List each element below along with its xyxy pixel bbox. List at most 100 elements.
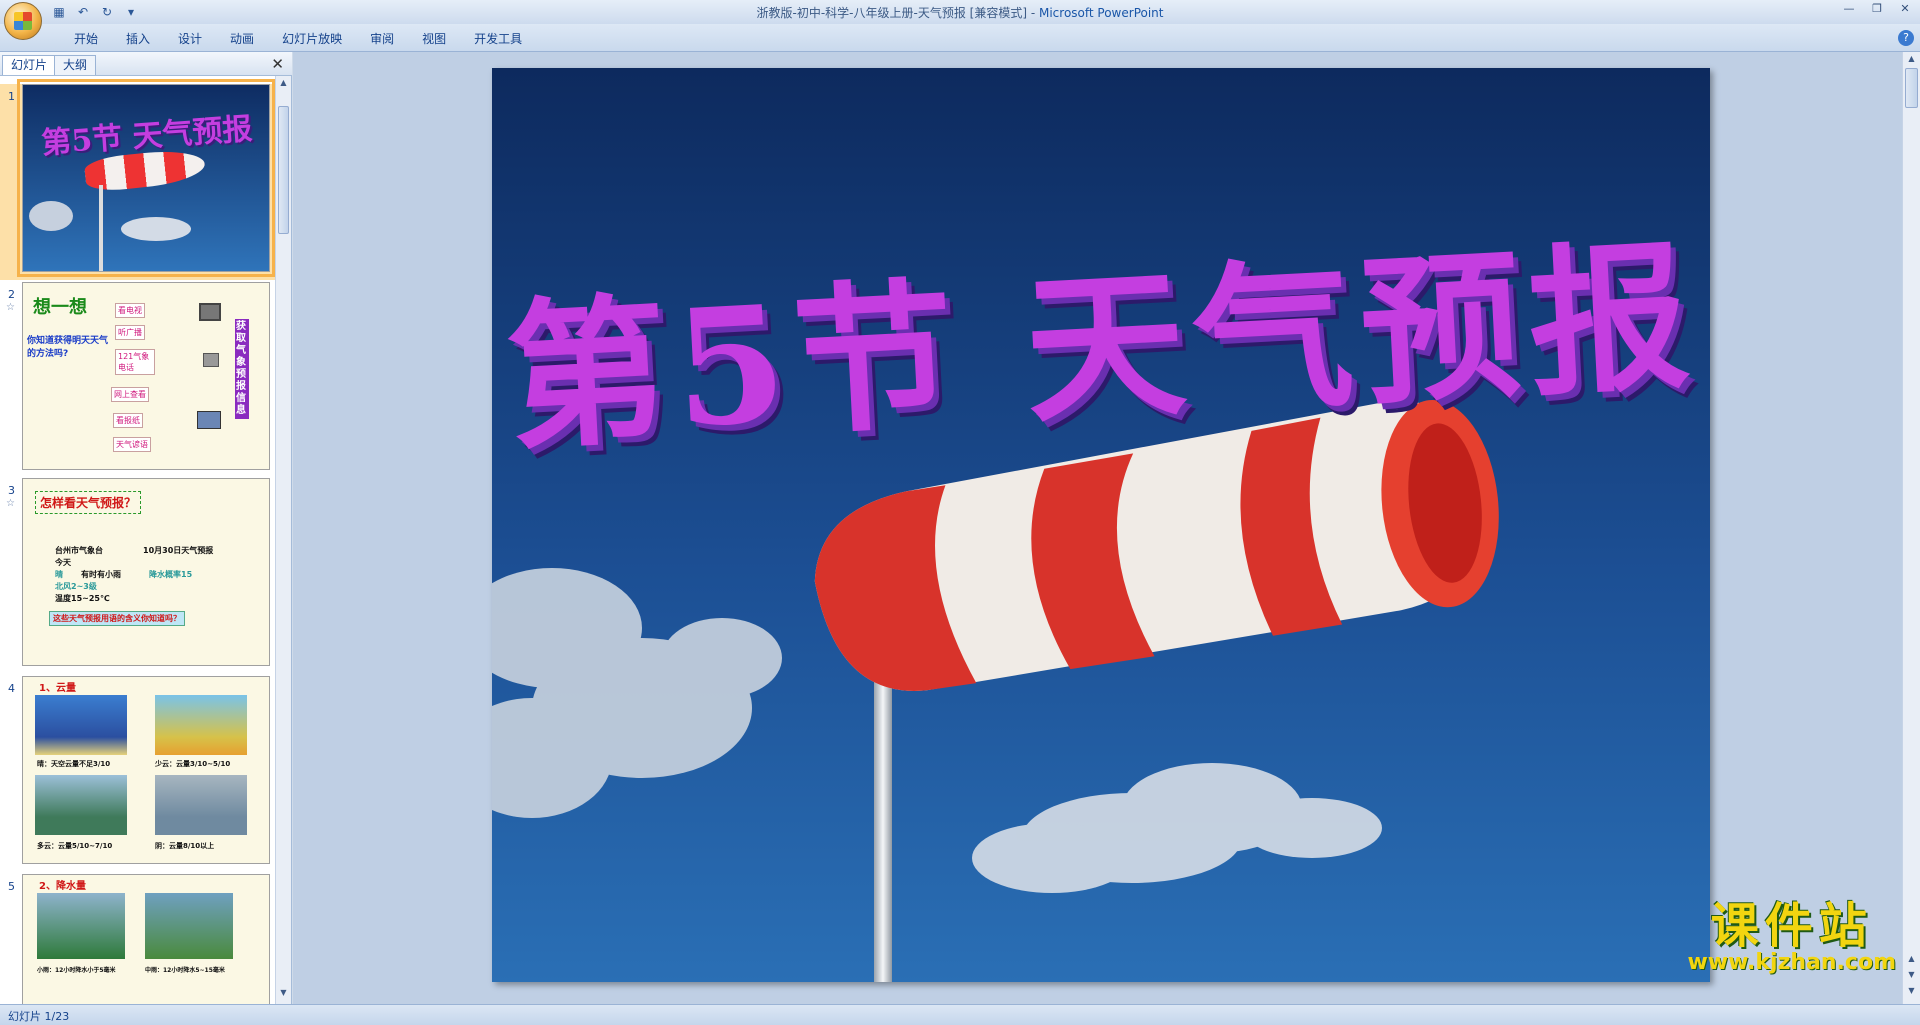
pole-graphic xyxy=(99,185,103,271)
thumbnail-item: 天气谚语 xyxy=(113,437,151,452)
scrollbar-thumb[interactable] xyxy=(1905,68,1918,108)
restore-icon[interactable]: ❐ xyxy=(1866,2,1888,18)
weather-image-few-clouds xyxy=(155,695,247,755)
tab-review[interactable]: 审阅 xyxy=(356,30,408,50)
thumbnail-line: 10月30日天气预报 xyxy=(143,546,214,555)
thumbnail-heading: 想一想 xyxy=(33,297,87,318)
close-icon[interactable]: ✕ xyxy=(1894,2,1916,18)
thumbnail-item: 听广播 xyxy=(115,325,145,340)
slide-number: 5 xyxy=(8,880,15,893)
thumbnail-line: 北风2~3级 xyxy=(55,582,97,591)
thumbnail-heading: 怎样看天气预报？ xyxy=(35,491,142,514)
slide-number: 3 xyxy=(8,484,15,497)
title-separator: - xyxy=(1027,6,1039,20)
windsock-pole xyxy=(874,648,892,982)
thumbnail-item: 看电视 xyxy=(115,303,145,318)
window-title: 浙教版-初中-科学-八年级上册-天气预报 [兼容模式] - Microsoft … xyxy=(0,4,1920,21)
slide-thumbnail-3[interactable]: 3 ☆ 怎样看天气预报？ 台州市气象台 10月30日天气预报 今天 晴 有时有小… xyxy=(0,478,276,674)
scroll-up-icon[interactable]: ▲ xyxy=(278,78,289,92)
ribbon: 开始 插入 设计 动画 幻灯片放映 审阅 视图 开发工具 ? xyxy=(0,24,1920,52)
undo-icon[interactable]: ↶ xyxy=(74,3,92,21)
document-name: 浙教版-初中-科学-八年级上册-天气预报 [兼容模式] xyxy=(756,6,1028,20)
thumbnail-item: 看报纸 xyxy=(113,413,143,428)
tab-home[interactable]: 开始 xyxy=(60,30,112,50)
scroll-up-icon[interactable]: ▲ xyxy=(1906,54,1917,68)
weather-image-overcast xyxy=(155,775,247,835)
scroll-down-icon[interactable]: ▼ xyxy=(278,988,289,1002)
tab-view[interactable]: 视图 xyxy=(408,30,460,50)
thumbnail-caption: 中雨：12小时降水5~15毫米 xyxy=(145,967,225,974)
app-name: Microsoft PowerPoint xyxy=(1038,6,1164,20)
thumbnail-item: 网上查看 xyxy=(111,387,149,402)
watermark-brand: 课件站 xyxy=(1710,898,1873,954)
customize-dropdown-icon[interactable]: ▾ xyxy=(122,3,140,21)
title-bar: 浙教版-初中-科学-八年级上册-天气预报 [兼容模式] - Microsoft … xyxy=(0,0,1920,24)
window-controls: — ❐ ✕ xyxy=(1838,2,1916,18)
tab-design[interactable]: 设计 xyxy=(164,30,216,50)
computer-icon xyxy=(197,411,221,429)
office-button[interactable] xyxy=(4,2,42,40)
slide-number: 2 xyxy=(8,288,15,301)
thumbnail-line: 晴 xyxy=(55,570,63,579)
thumbnail-list: 1 第5节 天气预报 2 ☆ 想一想 你知道获得明天天气的方法吗? 看电视 听广… xyxy=(0,76,276,1004)
slide-thumbnail-2[interactable]: 2 ☆ 想一想 你知道获得明天天气的方法吗? 看电视 听广播 121气象电话 网… xyxy=(0,282,276,478)
powerpoint-window: 浙教版-初中-科学-八年级上册-天气预报 [兼容模式] - Microsoft … xyxy=(0,0,1920,1025)
slide-thumbnail-image: 1、云量 晴：天空云量不足3/10 少云：云量3/10~5/10 多云：云量5/… xyxy=(22,676,270,864)
slide-editor: 第5节 天气预报 ▲ ▲ ▼ ▼ 课件站 www.kjzhan.com xyxy=(293,52,1920,1004)
thumbnail-caption: 多云：云量5/10~7/10 xyxy=(37,842,113,850)
pane-tabs: 幻灯片 大纲 ✕ xyxy=(0,52,292,76)
slide-indicator: 幻灯片 1/23 xyxy=(8,1010,70,1023)
thumbnail-line: 台州市气象台 xyxy=(55,546,103,555)
scrollbar-thumb[interactable] xyxy=(278,106,289,234)
minimize-icon[interactable]: — xyxy=(1838,2,1860,18)
animation-icon: ☆ xyxy=(6,498,15,509)
slide-thumbnail-4[interactable]: 4 1、云量 晴：天空云量不足3/10 少云：云量3/10~5/10 多云：云量… xyxy=(0,676,276,872)
animation-icon: ☆ xyxy=(6,302,15,313)
tab-slideshow[interactable]: 幻灯片放映 xyxy=(268,30,356,50)
slide-thumbnail-1[interactable]: 1 第5节 天气预报 xyxy=(0,79,276,280)
tv-icon xyxy=(199,303,221,321)
cloud-graphic xyxy=(29,201,73,231)
tab-animations[interactable]: 动画 xyxy=(216,30,268,50)
office-logo-icon xyxy=(14,12,32,30)
slide-thumbnail-image: 怎样看天气预报？ 台州市气象台 10月30日天气预报 今天 晴 有时有小雨 降水… xyxy=(22,478,270,666)
thumbnail-footer: 这些天气预报用语的含义你知道吗？ xyxy=(49,611,185,626)
thumbnail-line: 温度15~25℃ xyxy=(55,594,110,603)
help-icon[interactable]: ? xyxy=(1898,30,1914,46)
thumbnail-caption: 晴：天空云量不足3/10 xyxy=(37,760,111,768)
thumbnail-heading: 2、降水量 xyxy=(39,881,86,892)
close-icon[interactable]: ✕ xyxy=(271,55,284,73)
slide-thumbnail-image: 第5节 天气预报 xyxy=(17,79,275,277)
save-icon[interactable]: ▦ xyxy=(50,3,68,21)
thumbnail-item: 121气象电话 xyxy=(115,349,155,375)
slide-scrollbar[interactable]: ▲ ▲ ▼ ▼ xyxy=(1902,52,1920,1004)
thumbnail-side-label: 获取气象预报信息 xyxy=(235,319,249,419)
weather-image-moderate-rain xyxy=(145,893,233,959)
slide-thumbnail-image: 想一想 你知道获得明天天气的方法吗? 看电视 听广播 121气象电话 网上查看 … xyxy=(22,282,270,470)
radio-icon xyxy=(203,353,219,367)
thumbnail-line: 降水概率15 xyxy=(149,570,193,579)
tab-insert[interactable]: 插入 xyxy=(112,30,164,50)
slides-pane: 幻灯片 大纲 ✕ 1 第5节 天气预报 2 ☆ 想一想 你知道获得明天天气的方法… xyxy=(0,52,292,1004)
tab-slides[interactable]: 幻灯片 xyxy=(2,55,57,75)
slide-number: 1 xyxy=(8,90,15,103)
slide-thumbnail-5[interactable]: 5 2、降水量 小雨：12小时降水小于5毫米 中雨：12小时降水5~15毫米 xyxy=(0,874,276,1004)
tab-outline[interactable]: 大纲 xyxy=(54,55,97,75)
slide-number: 4 xyxy=(8,682,15,695)
thumbnail-caption: 阴：云量8/10以上 xyxy=(155,842,215,850)
thumbnail-heading: 1、云量 xyxy=(39,683,76,694)
quick-access-toolbar: ▦ ↶ ↻ ▾ xyxy=(50,3,140,21)
watermark: 课件站 www.kjzhan.com xyxy=(1687,900,1896,974)
thumbnail-scrollbar[interactable]: ▲ ▼ xyxy=(275,76,291,1004)
previous-slide-icon[interactable]: ▲ xyxy=(1906,954,1917,968)
thumbnail-title: 第5节 天气预报 xyxy=(40,111,254,162)
next-slide-icon[interactable]: ▼ xyxy=(1906,970,1917,984)
thumbnail-line: 有时有小雨 xyxy=(81,570,121,579)
watermark-url: www.kjzhan.com xyxy=(1687,950,1896,975)
tab-developer[interactable]: 开发工具 xyxy=(460,30,536,50)
scroll-down-icon[interactable]: ▼ xyxy=(1906,986,1917,1000)
slide-thumbnail-image: 2、降水量 小雨：12小时降水小于5毫米 中雨：12小时降水5~15毫米 xyxy=(22,874,270,1004)
redo-icon[interactable]: ↻ xyxy=(98,3,116,21)
thumbnail-caption: 小雨：12小时降水小于5毫米 xyxy=(37,967,116,974)
current-slide[interactable]: 第5节 天气预报 xyxy=(492,68,1710,982)
